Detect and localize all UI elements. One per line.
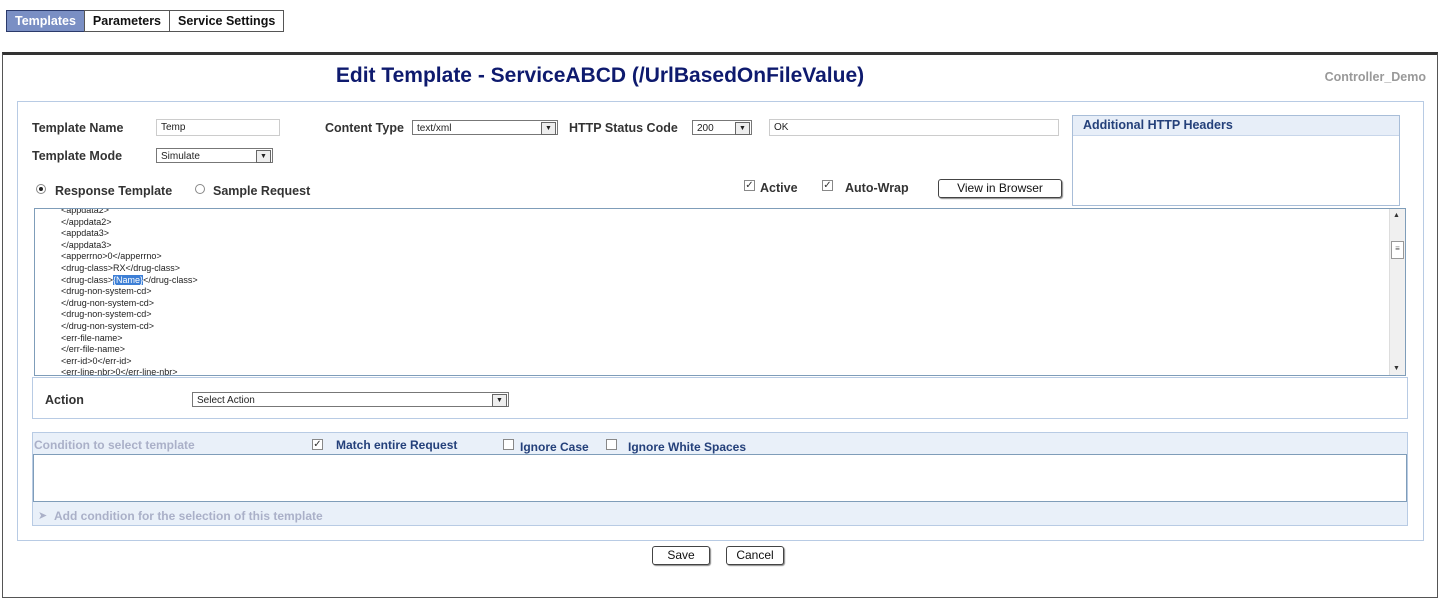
template-mode-value: Simulate xyxy=(161,151,200,162)
http-status-value: 200 xyxy=(697,123,714,134)
active-label: Active xyxy=(760,181,798,195)
http-status-label: HTTP Status Code xyxy=(569,121,678,135)
ignore-whitespace-label: Ignore White Spaces xyxy=(628,440,747,454)
condition-header: Condition to select template xyxy=(34,438,195,452)
view-in-browser-button[interactable]: View in Browser xyxy=(938,179,1062,198)
ignore-case-label: Ignore Case xyxy=(520,440,589,454)
template-name-label: Template Name xyxy=(32,121,124,135)
content-type-select[interactable]: text/xml ▼ xyxy=(412,120,558,135)
template-code[interactable]: <appdata2> </appdata2> <appdata3> </appd… xyxy=(61,208,198,376)
condition-textarea[interactable] xyxy=(33,454,1407,502)
save-button[interactable]: Save xyxy=(652,546,710,565)
template-name-input[interactable]: Temp xyxy=(156,119,280,136)
ignore-whitespace-checkbox[interactable] xyxy=(606,439,617,450)
code-before: <appdata2> </appdata2> <appdata3> </appd… xyxy=(61,208,181,285)
template-mode-label: Template Mode xyxy=(32,149,123,163)
add-condition-link[interactable]: Add condition for the selection of this … xyxy=(54,509,323,523)
code-after: </drug-class> <drug-non-system-cd> </dru… xyxy=(61,274,198,376)
match-entire-checkbox[interactable]: ✓ xyxy=(312,439,323,450)
scroll-thumb[interactable]: ≡ xyxy=(1391,241,1404,259)
active-checkbox[interactable]: ✓ xyxy=(744,180,755,191)
chevron-down-icon: ▼ xyxy=(492,394,507,407)
action-label: Action xyxy=(45,393,84,407)
http-status-text-input[interactable]: OK xyxy=(769,119,1059,136)
additional-headers-panel[interactable]: Additional HTTP Headers xyxy=(1072,115,1400,206)
cancel-button[interactable]: Cancel xyxy=(726,546,784,565)
tab-templates[interactable]: Templates xyxy=(6,10,85,32)
tab-bar: Templates Parameters Service Settings xyxy=(6,10,285,32)
additional-headers-label: Additional HTTP Headers xyxy=(1073,116,1399,136)
controller-name: Controller_Demo xyxy=(1324,70,1426,84)
chevron-down-icon: ▼ xyxy=(256,150,271,163)
autowrap-label: Auto-Wrap xyxy=(845,181,909,195)
chevron-down-icon: ▼ xyxy=(541,122,556,135)
autowrap-checkbox[interactable]: ✓ xyxy=(822,180,833,191)
chevron-down-icon: ▼ xyxy=(735,122,750,135)
action-select[interactable]: Select Action ▼ xyxy=(192,392,509,407)
content-type-value: text/xml xyxy=(417,123,452,134)
editor-scrollbar[interactable]: ▲ ≡ ▼ xyxy=(1389,209,1405,375)
scroll-up-icon[interactable]: ▲ xyxy=(1393,212,1400,219)
match-entire-label: Match entire Request xyxy=(336,438,458,452)
code-selection: {Name} xyxy=(113,274,144,285)
ignore-case-checkbox[interactable] xyxy=(503,439,514,450)
arrow-right-icon: ➤ xyxy=(38,510,48,522)
sample-request-radio[interactable] xyxy=(195,184,205,194)
content-type-label: Content Type xyxy=(325,121,404,135)
page-title: Edit Template - ServiceABCD (/UrlBasedOn… xyxy=(335,64,865,87)
tab-parameters[interactable]: Parameters xyxy=(83,10,171,32)
template-editor[interactable]: <appdata2> </appdata2> <appdata3> </appd… xyxy=(34,208,1406,376)
http-status-select[interactable]: 200 ▼ xyxy=(692,120,752,135)
scroll-down-icon[interactable]: ▼ xyxy=(1393,365,1400,372)
response-template-label: Response Template xyxy=(55,184,173,198)
response-template-radio[interactable] xyxy=(36,184,46,194)
tab-service-settings[interactable]: Service Settings xyxy=(169,10,285,32)
sample-request-label: Sample Request xyxy=(213,184,311,198)
action-select-value: Select Action xyxy=(197,395,255,406)
template-mode-select[interactable]: Simulate ▼ xyxy=(156,148,273,163)
